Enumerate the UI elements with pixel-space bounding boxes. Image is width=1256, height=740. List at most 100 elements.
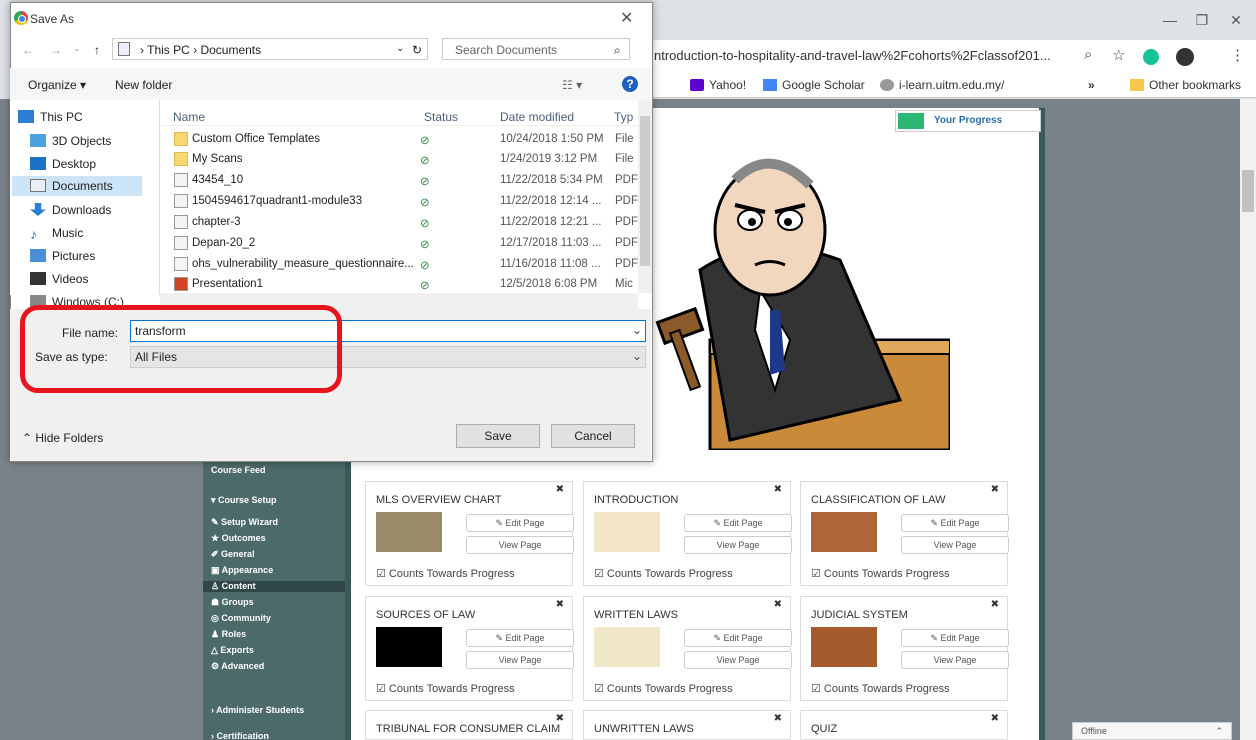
view-page-button[interactable]: View Page [466,536,574,554]
close-icon[interactable]: ✖ [991,713,999,724]
file-name-dropdown-icon[interactable]: ⌄ [632,323,642,337]
help-icon[interactable]: ? [622,76,638,92]
tile-title[interactable]: INTRODUCTION [594,494,678,506]
view-page-button[interactable]: View Page [901,651,1009,669]
sidebar-item-groups[interactable]: ☗ Groups [211,597,254,608]
nav-item-music[interactable]: ♪ Music [30,226,83,242]
search-icon[interactable]: ⌕ [614,43,621,58]
sidebar-item-roles[interactable]: ♟ Roles [211,629,246,640]
sidebar-item-general[interactable]: ✐ General [211,549,255,560]
bookmarks-overflow[interactable]: » [1088,78,1095,92]
column-status[interactable]: Status [424,110,458,124]
sidebar-item-advanced[interactable]: ⚙ Advanced [211,661,264,672]
chevron-up-icon[interactable]: ⌃ [1215,726,1223,737]
file-row[interactable]: ohs_vulnerability_measure_questionnaire.… [160,256,638,274]
bookmark-yahoo[interactable]: Yahoo! [690,78,746,92]
counts-progress-checkbox[interactable]: ☑ Counts Towards Progress [811,682,950,695]
recent-dropdown-icon[interactable]: ⌄ [73,43,81,54]
sidebar-item-exports[interactable]: △ Exports [211,645,254,656]
nav-item-videos[interactable]: Videos [30,272,88,286]
dialog-close-icon[interactable]: ✕ [620,8,633,28]
edit-page-button[interactable]: ✎ Edit Page [466,629,574,647]
sidebar-item-outcomes[interactable]: ★ Outcomes [211,533,266,544]
up-arrow-icon[interactable]: ↑ [94,43,100,57]
tile-title[interactable]: CLASSIFICATION OF LAW [811,494,945,506]
close-icon[interactable]: ✖ [774,713,782,724]
view-options-icon[interactable]: ☷ ▾ [562,78,582,92]
nav-item-pictures[interactable]: Pictures [30,249,95,263]
save-button[interactable]: Save [456,424,540,448]
nav-item-desktop[interactable]: Desktop [30,157,96,171]
back-arrow-icon[interactable]: ← [22,43,34,57]
tile-title[interactable]: SOURCES OF LAW [376,609,475,621]
view-page-button[interactable]: View Page [901,536,1009,554]
tile-title[interactable]: TRIBUNAL FOR CONSUMER CLAIM [376,723,560,735]
zoom-icon[interactable]: ⌕ [1084,46,1092,63]
tile-title[interactable]: MLS OVERVIEW CHART [376,494,502,506]
column-type[interactable]: Typ [614,110,633,124]
sidebar-item-course-feed[interactable]: Course Feed [211,465,266,475]
tile-title[interactable]: JUDICIAL SYSTEM [811,609,908,621]
menu-dots-icon[interactable]: ⋮ [1230,46,1245,64]
file-list-vscroll-thumb[interactable] [640,116,650,266]
file-row[interactable]: Custom Office Templates ⊘ 10/24/2018 1:50 … [160,131,638,149]
refresh-icon[interactable]: ↻ [412,43,422,57]
breadcrumb[interactable]: › This PC › Documents [140,43,261,57]
column-date-modified[interactable]: Date modified [500,110,574,124]
nav-item-documents[interactable]: Documents [12,176,142,196]
view-page-button[interactable]: View Page [684,651,792,669]
star-icon[interactable]: ☆ [1112,46,1125,64]
organize-menu[interactable]: Organize ▾ [28,78,86,92]
close-window-icon[interactable]: ✕ [1226,10,1246,30]
counts-progress-checkbox[interactable]: ☑ Counts Towards Progress [376,682,515,695]
file-row[interactable]: 1504594617quadrant1-module33 ⊘ 11/22/2018 … [160,193,638,211]
close-icon[interactable]: ✖ [556,599,564,610]
column-name[interactable]: Name [173,110,205,124]
tile-title[interactable]: UNWRITTEN LAWS [594,723,694,735]
new-folder-button[interactable]: New folder [115,78,172,92]
close-icon[interactable]: ✖ [991,599,999,610]
url-text[interactable]: ntroduction-to-hospitality-and-travel-la… [654,48,1051,63]
sidebar-item-setup-wizard[interactable]: ✎ Setup Wizard [211,517,278,528]
edit-page-button[interactable]: ✎ Edit Page [901,514,1009,532]
bookmark-other[interactable]: Other bookmarks [1130,78,1241,92]
close-icon[interactable]: ✖ [774,599,782,610]
edit-page-button[interactable]: ✎ Edit Page [466,514,574,532]
nav-item-this-pc[interactable]: This PC [18,110,83,124]
save-type-dropdown-icon[interactable]: ⌄ [632,349,642,363]
file-row[interactable]: chapter-3 ⊘ 11/22/2018 12:21 ... PDF [160,214,638,232]
file-row[interactable]: 43454_10 ⊘ 11/22/2018 5:34 PM PDF [160,172,638,190]
tile-title[interactable]: QUIZ [811,723,837,735]
close-icon[interactable]: ✖ [991,484,999,495]
file-row[interactable]: My Scans ⊘ 1/24/2019 3:12 PM File [160,151,638,169]
minimize-icon[interactable]: — [1160,10,1180,30]
sidebar-item-administer-students[interactable]: › Administer Students [211,705,304,715]
address-dropdown-icon[interactable]: ⌄ [396,43,404,54]
bookmark-google-scholar[interactable]: Google Scholar [763,78,865,92]
file-row[interactable]: Depan-20_2 ⊘ 12/17/2018 11:03 ... PDF [160,235,638,253]
nav-item-downloads[interactable]: Downloads [30,203,111,217]
sidebar-item-community[interactable]: ◎ Community [211,613,271,624]
edit-page-button[interactable]: ✎ Edit Page [684,629,792,647]
grammarly-icon[interactable] [1143,49,1159,65]
counts-progress-checkbox[interactable]: ☑ Counts Towards Progress [811,567,950,580]
view-page-button[interactable]: View Page [466,651,574,669]
edit-page-button[interactable]: ✎ Edit Page [684,514,792,532]
sidebar-item-certification[interactable]: › Certification [211,731,269,740]
view-page-button[interactable]: View Page [684,536,792,554]
close-icon[interactable]: ✖ [774,484,782,495]
counts-progress-checkbox[interactable]: ☑ Counts Towards Progress [594,682,733,695]
bookmark-ilearn[interactable]: i-learn.uitm.edu.my/ [880,78,1004,92]
sidebar-item-course-setup[interactable]: ▾ Course Setup [211,495,277,506]
sidebar-item-content[interactable]: ♙ Content [203,581,345,592]
counts-progress-checkbox[interactable]: ☑ Counts Towards Progress [594,567,733,580]
cancel-button[interactable]: Cancel [551,424,635,448]
tile-title[interactable]: WRITTEN LAWS [594,609,678,621]
nav-item-3d-objects[interactable]: 3D Objects [30,134,111,148]
sidebar-item-appearance[interactable]: ▣ Appearance [211,565,273,576]
forward-arrow-icon[interactable]: → [50,43,62,57]
edit-page-button[interactable]: ✎ Edit Page [901,629,1009,647]
page-scroll-thumb[interactable] [1242,170,1254,212]
profile-avatar[interactable] [1176,48,1194,66]
counts-progress-checkbox[interactable]: ☑ Counts Towards Progress [376,567,515,580]
